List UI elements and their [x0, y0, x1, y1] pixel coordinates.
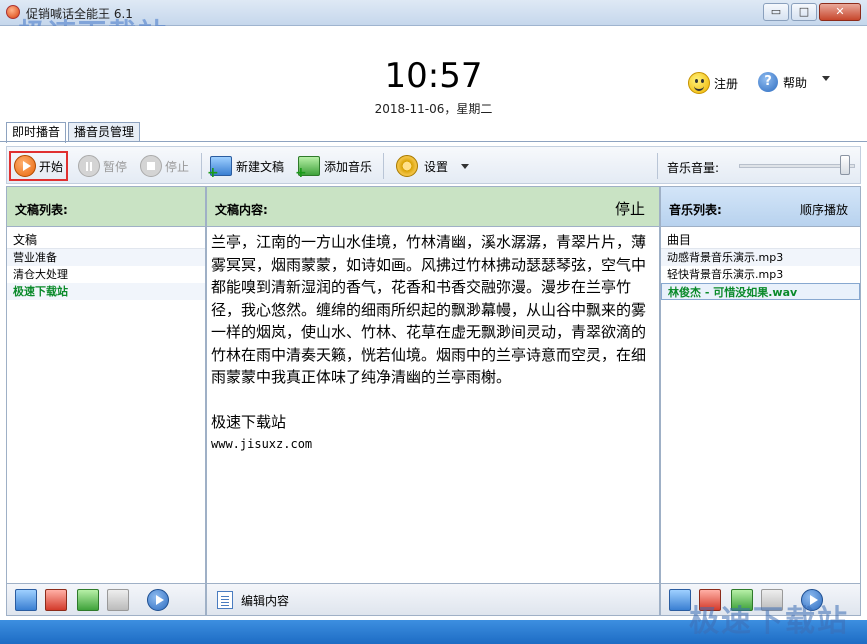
stop-icon [140, 155, 162, 177]
list-item[interactable]: 营业准备 [7, 249, 205, 266]
start-button[interactable]: 开始 [9, 151, 69, 181]
music-list-title: 音乐列表: [669, 203, 722, 217]
doc-list-footer [7, 583, 205, 615]
list-item[interactable]: 轻快背景音乐演示.mp3 [661, 266, 860, 283]
move-down-icon[interactable] [107, 589, 129, 611]
add-music-button[interactable]: 添加音乐 [295, 151, 375, 181]
playback-status: 停止 [614, 200, 645, 218]
new-doc-button[interactable]: 新建文稿 [207, 151, 287, 181]
doc-content-title: 文稿内容: [215, 203, 268, 217]
settings-button[interactable]: 设置 [393, 151, 451, 181]
play-icon [14, 155, 36, 177]
toolbar-separator [383, 153, 384, 179]
toolbar-separator [657, 153, 658, 179]
toolbar: 开始 暂停 停止 新建文稿 添加音乐 设置 音乐音量: [6, 146, 861, 184]
music-list-column-header: 曲目 [661, 231, 860, 249]
doc-content-footer: 编辑内容 [207, 583, 659, 615]
doc-list-column-header: 文稿 [7, 231, 205, 249]
add-doc-icon[interactable] [15, 589, 37, 611]
pause-label: 暂停 [103, 159, 128, 174]
clock-date: 2018-11-06，星期二 [374, 102, 493, 116]
music-list-header: 音乐列表: 顺序播放 [661, 187, 860, 227]
new-doc-icon [207, 156, 232, 181]
edit-document-icon [217, 591, 233, 609]
doc-content-text[interactable]: 兰亭，江南的一方山水佳境，竹林清幽，溪水潺潺，青翠片片，薄雾冥冥，烟雨蒙蒙，如诗… [207, 227, 659, 456]
volume-slider-track[interactable] [739, 164, 855, 168]
move-up-icon[interactable] [77, 589, 99, 611]
doc-content-header: 文稿内容: 停止 [207, 187, 659, 227]
play-mode-selector[interactable]: 顺序播放 [800, 201, 848, 218]
smile-icon [688, 72, 710, 94]
volume-label: 音乐音量: [667, 161, 720, 175]
add-music-label: 添加音乐 [324, 159, 373, 174]
tab-live-broadcast[interactable]: 即时播音 [6, 122, 67, 143]
register-label: 注册 [714, 76, 739, 91]
music-list-panel: 音乐列表: 顺序播放 曲目 动感背景音乐演示.mp3 轻快背景音乐演示.mp3 … [660, 186, 861, 616]
add-music-footer-icon[interactable] [669, 589, 691, 611]
doc-list-title: 文稿列表: [15, 203, 68, 217]
pause-icon [78, 155, 100, 177]
close-button[interactable]: ✕ [819, 3, 861, 21]
delete-doc-icon[interactable] [45, 589, 67, 611]
play-doc-icon[interactable] [147, 589, 169, 611]
list-item[interactable]: 极速下载站 [7, 283, 205, 300]
edit-content-button[interactable]: 编辑内容 [207, 584, 367, 614]
maximize-button[interactable]: □ [791, 3, 817, 21]
doc-list-panel: 文稿列表: 文稿 营业准备 清仓大处理 极速下载站 [6, 186, 206, 616]
register-button[interactable]: 注册 [688, 72, 738, 94]
doc-content-panel: 文稿内容: 停止 兰亭，江南的一方山水佳境，竹林清幽，溪水潺潺，青翠片片，薄雾冥… [206, 186, 660, 616]
volume-slider-thumb[interactable] [839, 155, 850, 175]
start-label: 开始 [39, 159, 64, 174]
gear-icon [396, 155, 418, 177]
minimize-button[interactable]: ▭ [763, 3, 789, 21]
doc-list-header: 文稿列表: [7, 187, 205, 227]
help-icon: ? [758, 72, 778, 92]
list-item[interactable]: 动感背景音乐演示.mp3 [661, 249, 860, 266]
doc-signature: 极速下载站 [211, 412, 287, 431]
help-label: 帮助 [783, 75, 808, 90]
watermark-bottom: 极速下载站 [689, 604, 849, 639]
menu-dropdown-arrow-icon[interactable] [822, 76, 830, 81]
new-doc-label: 新建文稿 [236, 159, 285, 174]
toolbar-separator [201, 153, 202, 179]
list-item[interactable]: 清仓大处理 [7, 266, 205, 283]
stop-label: 停止 [165, 159, 190, 174]
list-item[interactable]: 林俊杰 - 可惜没如果.wav [661, 283, 860, 300]
tab-announcer-management[interactable]: 播音员管理 [68, 122, 141, 142]
edit-content-label: 编辑内容 [241, 594, 290, 608]
pause-button[interactable]: 暂停 [75, 151, 130, 181]
add-music-icon [295, 156, 320, 181]
stop-button[interactable]: 停止 [137, 151, 192, 181]
doc-paragraph: 兰亭，江南的一方山水佳境，竹林清幽，溪水潺潺，青翠片片，薄雾冥冥，烟雨蒙蒙，如诗… [211, 233, 647, 386]
help-button[interactable]: ? 帮助 [758, 72, 807, 92]
doc-url: www.jisuxz.com [211, 437, 313, 451]
window-controls: ▭ □ ✕ [761, 3, 861, 21]
header: 10:57 2018-11-06，星期二 注册 ? 帮助 [0, 26, 867, 122]
tab-divider [0, 141, 867, 142]
tab-bar: 即时播音 播音员管理 [6, 122, 142, 143]
settings-label: 设置 [424, 159, 449, 174]
settings-dropdown-icon[interactable] [461, 164, 469, 169]
